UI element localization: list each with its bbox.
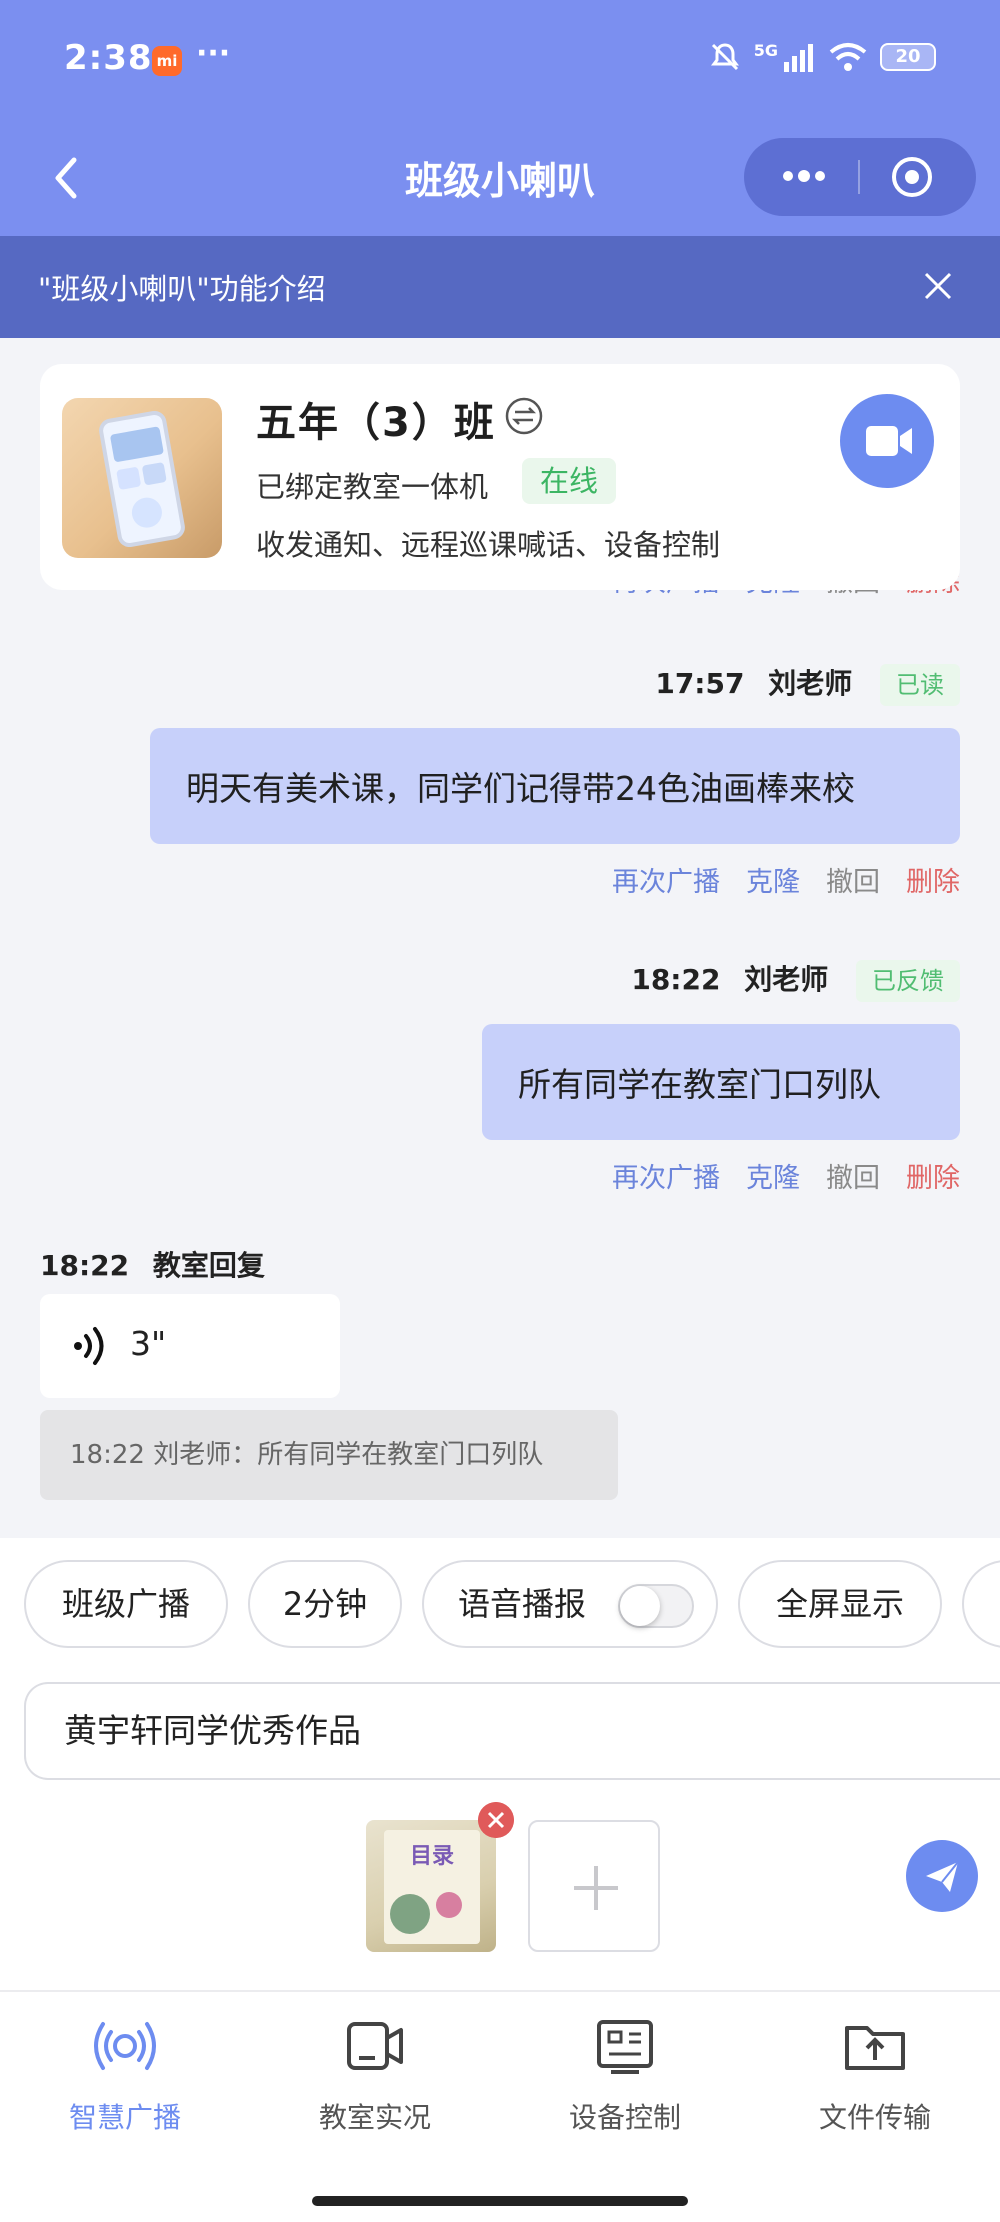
message-sender: 刘老师	[744, 963, 829, 996]
more-options-icon[interactable]	[774, 154, 834, 198]
recall-button[interactable]: 撤回	[826, 860, 880, 899]
device-control-icon	[597, 2020, 653, 2074]
reply-source: 教室回复	[152, 1249, 265, 1282]
fullscreen-chip[interactable]: 全屏显示	[738, 1560, 942, 1648]
send-button[interactable]	[906, 1840, 978, 1912]
tab-classroom-live[interactable]: 教室实况	[250, 2010, 500, 2136]
rebroadcast-button[interactable]: 再次广播	[612, 860, 720, 899]
online-status-badge: 在线	[522, 458, 617, 504]
capsule-divider	[858, 160, 860, 194]
message-meta: 17:57 刘老师 已读	[655, 662, 960, 706]
home-indicator	[312, 2196, 688, 2206]
duration-chip[interactable]: 2分钟	[248, 1560, 402, 1648]
signal-icon	[784, 44, 813, 72]
title-bar: 班级小喇叭	[0, 128, 1000, 228]
clone-button[interactable]: 克隆	[746, 1156, 800, 1195]
message-meta: 18:22 刘老师 已反馈	[631, 958, 960, 1002]
message-time: 18:22	[631, 963, 721, 996]
tab-smart-broadcast[interactable]: 智慧广播	[0, 2010, 250, 2136]
class-name: 五年（3）班	[256, 400, 496, 446]
switch-class-icon[interactable]	[504, 396, 544, 436]
reply-time: 18:22	[40, 1249, 130, 1282]
read-status-badge: 已读	[880, 664, 960, 706]
voice-wave-icon	[74, 1327, 104, 1365]
class-thumbnail-image	[62, 398, 222, 558]
feature-intro-banner[interactable]: "班级小喇叭"功能介绍	[0, 236, 1000, 338]
close-icon[interactable]	[916, 264, 960, 308]
remove-attachment-icon[interactable]	[478, 1802, 514, 1838]
voice-message[interactable]: 3"	[40, 1294, 340, 1398]
voice-duration: 3"	[130, 1324, 167, 1363]
message-text: 所有同学在教室门口列队	[518, 1065, 881, 1104]
message-input[interactable]: 黄宇轩同学优秀作品	[24, 1682, 1000, 1780]
paper-plane-icon	[926, 1861, 959, 1892]
folder-upload-icon	[845, 2026, 905, 2070]
more-chip[interactable]	[962, 1560, 1000, 1648]
message-sender: 刘老师	[768, 667, 853, 700]
message-text: 明天有美术课，同学们记得带24色油画棒来校	[186, 769, 855, 808]
attached-image[interactable]: 目录	[366, 1820, 496, 1952]
recall-button[interactable]: 撤回	[826, 1156, 880, 1195]
top-bar: 2:38 mi ··· 5G 20 班级小喇叭	[0, 0, 1000, 236]
bottom-tab-bar: 智慧广播 教室实况 设备控制 文件传输	[0, 1990, 1000, 2222]
battery-indicator: 20	[880, 43, 936, 71]
composer-panel: 班级广播 2分钟 语音播报 全屏显示 黄宇轩同学优秀作品 目录	[0, 1538, 1000, 1990]
tab-label: 智慧广播	[68, 2101, 181, 2134]
quoted-message: 18:22 刘老师：所有同学在教室门口列队	[40, 1410, 618, 1500]
delete-button[interactable]: 删除	[906, 860, 960, 899]
rebroadcast-button[interactable]: 再次广播	[612, 1156, 720, 1195]
tab-device-control[interactable]: 设备控制	[500, 2010, 750, 2136]
status-time: 2:38	[64, 38, 153, 78]
video-monitor-icon	[347, 2022, 403, 2070]
clone-button[interactable]: 克隆	[746, 860, 800, 899]
mi-app-icon: mi	[152, 46, 182, 76]
voice-broadcast-toggle[interactable]	[618, 1584, 694, 1628]
delete-button[interactable]: 删除	[906, 1156, 960, 1195]
video-camera-icon	[866, 426, 912, 456]
close-program-icon[interactable]	[890, 155, 934, 199]
plus-icon	[574, 1866, 618, 1910]
network-label: 5G	[753, 40, 778, 60]
status-more-icon: ···	[196, 36, 231, 71]
class-card[interactable]: 五年（3）班 已绑定教室一体机 在线 收发通知、远程巡课喊话、设备控制	[40, 364, 960, 590]
class-description: 收发通知、远程巡课喊话、设备控制	[256, 528, 721, 562]
message-time: 17:57	[655, 667, 745, 700]
voice-broadcast-label: 语音播报	[458, 1585, 587, 1623]
attachment-title: 目录	[410, 1844, 455, 1869]
tab-file-transfer[interactable]: 文件传输	[750, 2010, 1000, 2136]
wifi-icon	[829, 43, 867, 71]
status-bar: 2:38 mi ··· 5G 20	[0, 0, 1000, 120]
bind-status-text: 已绑定教室一体机	[256, 470, 489, 504]
tab-label: 文件传输	[818, 2101, 931, 2134]
add-image-button[interactable]	[528, 1820, 660, 1952]
status-icons: 5G 20	[708, 40, 936, 74]
broadcast-icon	[94, 2022, 156, 2070]
video-call-button[interactable]	[840, 394, 934, 488]
message-bubble[interactable]: 所有同学在教室门口列队	[482, 1024, 960, 1140]
mute-icon	[710, 43, 739, 71]
tab-label: 设备控制	[568, 2101, 681, 2134]
feedback-status-badge: 已反馈	[856, 960, 960, 1002]
tab-label: 教室实况	[318, 2101, 431, 2134]
message-actions: 再次广播 克隆 撤回 删除	[612, 1156, 960, 1195]
option-chips: 班级广播 2分钟 语音播报 全屏显示	[24, 1560, 1000, 1652]
voice-broadcast-chip[interactable]: 语音播报	[422, 1560, 718, 1648]
reply-meta: 18:22 教室回复	[40, 1244, 265, 1284]
phone-illustration	[97, 409, 187, 549]
message-actions: 再次广播 克隆 撤回 删除	[612, 860, 960, 899]
banner-text: "班级小喇叭"功能介绍	[38, 272, 326, 306]
message-bubble[interactable]: 明天有美术课，同学们记得带24色油画棒来校	[150, 728, 960, 844]
mini-program-capsule	[744, 138, 976, 216]
class-broadcast-chip[interactable]: 班级广播	[24, 1560, 228, 1648]
